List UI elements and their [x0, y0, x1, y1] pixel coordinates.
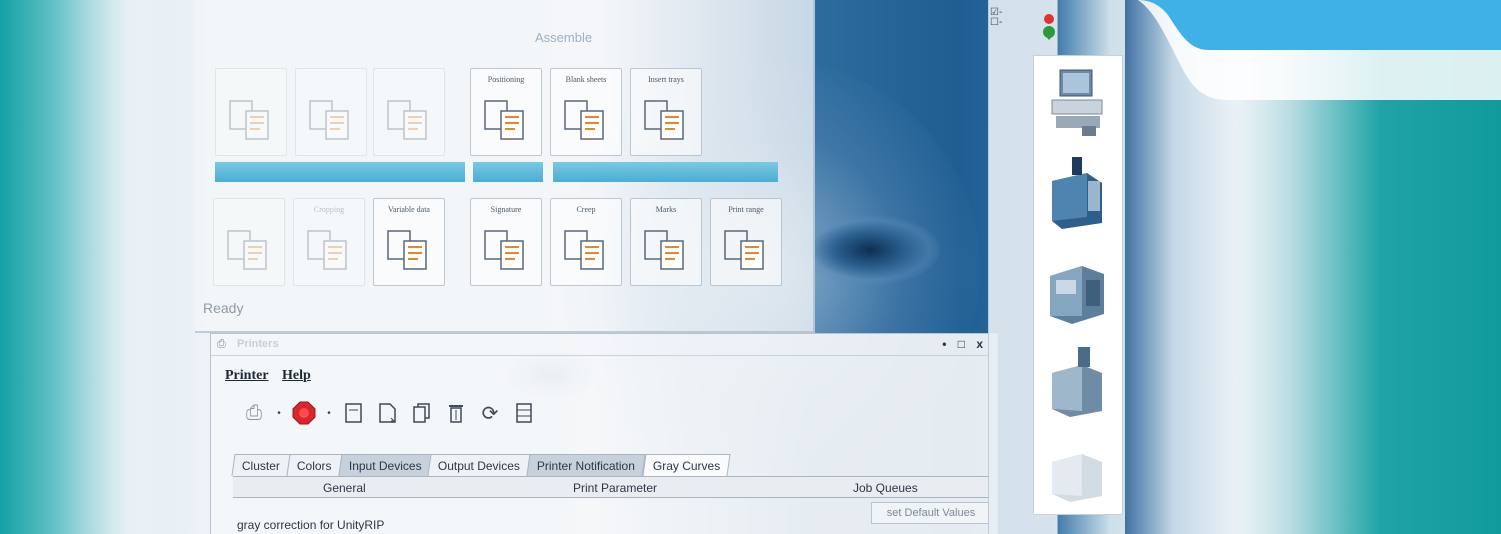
- window-title: Printers: [237, 338, 279, 350]
- brand-banner: [1138, 0, 1501, 100]
- tab-label: Input Devices: [348, 458, 422, 473]
- workflow-card[interactable]: Variable data: [373, 198, 445, 286]
- subtab-job-queues[interactable]: Job Queues: [853, 481, 918, 495]
- workflow-card[interactable]: Positioning: [470, 68, 542, 156]
- menu-printer[interactable]: Printer: [225, 368, 269, 383]
- workflow-card[interactable]: Marks: [630, 198, 702, 286]
- assemble-workflow-window: Assemble Ready Positioning Blank sheets In…: [195, 0, 815, 333]
- stop-icon[interactable]: [291, 400, 317, 426]
- printer-device-icon[interactable]: [1042, 436, 1112, 506]
- workflow-arrow-bar: [215, 162, 465, 182]
- workflow-card-label: Insert trays: [648, 75, 684, 84]
- add-document-icon[interactable]: [375, 400, 401, 426]
- workflow-card[interactable]: Signature: [470, 198, 542, 286]
- tab-label: Colors: [296, 458, 332, 473]
- traffic-light-icon[interactable]: [1040, 12, 1058, 42]
- gray-correction-label: gray correction for UnityRIP: [237, 518, 385, 532]
- menu-help[interactable]: Help: [282, 368, 311, 383]
- device-list: [1033, 55, 1123, 515]
- delete-icon[interactable]: [443, 400, 469, 426]
- copy-document-icon[interactable]: [409, 400, 435, 426]
- refresh-icon[interactable]: ⟳: [477, 400, 503, 426]
- copier-icon[interactable]: [1042, 341, 1112, 421]
- tab-strip: Cluster Colors Input Devices Output Devices…: [231, 452, 731, 476]
- printers-window: ⎙ Printers • □ x Printer Help ⎙ • • ⟳ Cl…: [210, 333, 998, 534]
- workflow-card-label: Creep: [576, 205, 596, 214]
- printer-icon[interactable]: ⎙: [241, 400, 267, 426]
- workflow-arrow-bar: [473, 162, 543, 182]
- tab-label: Printer Notification: [537, 458, 636, 473]
- tab-label: Cluster: [241, 458, 280, 473]
- production-printer-icon[interactable]: [1042, 246, 1112, 326]
- window-controls[interactable]: • □ x: [942, 337, 987, 351]
- subtab-print-parameter[interactable]: Print Parameter: [573, 481, 657, 495]
- workflow-card[interactable]: Creep: [550, 198, 622, 286]
- workflow-card[interactable]: [215, 68, 287, 156]
- workflow-card[interactable]: Blank sheets: [550, 68, 622, 156]
- workflow-card-label: Marks: [655, 205, 677, 214]
- workstation-icon[interactable]: [1042, 64, 1112, 139]
- section-header-assemble: Assemble: [535, 30, 593, 45]
- press-printer-icon[interactable]: [1042, 151, 1112, 231]
- new-document-icon[interactable]: [341, 400, 367, 426]
- properties-icon[interactable]: [511, 400, 537, 426]
- status-ready: Ready: [203, 300, 244, 316]
- tab-item[interactable]: Printer Notification: [526, 454, 647, 476]
- tab-item[interactable]: Colors: [286, 454, 343, 476]
- workflow-card[interactable]: Cropping: [293, 198, 365, 286]
- tab-item[interactable]: Input Devices: [338, 454, 432, 476]
- background-haze: [0, 0, 220, 534]
- workflow-card-label: Signature: [490, 205, 522, 214]
- workflow-card-label: Positioning: [487, 75, 525, 84]
- tab-item[interactable]: Gray Curves: [641, 454, 731, 476]
- workflow-card[interactable]: [295, 68, 367, 156]
- workflow-card[interactable]: Print range: [710, 198, 782, 286]
- workflow-card[interactable]: Insert trays: [630, 68, 702, 156]
- tab-item[interactable]: Output Devices: [427, 454, 531, 476]
- workflow-card[interactable]: [373, 68, 445, 156]
- workflow-card-label: Blank sheets: [565, 75, 607, 84]
- set-default-values-button[interactable]: set Default Values: [871, 502, 991, 524]
- subtab-header: General Print Parameter Job Queues: [233, 476, 993, 498]
- tab-label: Output Devices: [438, 458, 521, 473]
- workflow-card-label: Cropping: [313, 205, 345, 214]
- workflow-card[interactable]: [213, 198, 285, 286]
- workflow-card-label: Print range: [728, 205, 764, 214]
- window-titlebar: ⎙ Printers • □ x: [211, 334, 997, 356]
- checklist-icon[interactable]: ☑- ☐-: [990, 8, 1002, 28]
- background-eye: [800, 215, 940, 285]
- dropdown-arrow-icon[interactable]: •: [325, 400, 333, 426]
- tab-item[interactable]: Cluster: [231, 454, 291, 476]
- subtab-general[interactable]: General: [323, 481, 366, 495]
- toolbar: ⎙ • • ⟳: [241, 398, 537, 428]
- workflow-card-label: Variable data: [388, 205, 430, 214]
- tab-label: Gray Curves: [652, 458, 720, 473]
- workflow-arrow-bar: [553, 162, 778, 182]
- printer-window-icon: ⎙: [217, 338, 226, 350]
- menu-bar: Printer Help: [225, 368, 321, 384]
- dropdown-arrow-icon[interactable]: •: [275, 400, 283, 426]
